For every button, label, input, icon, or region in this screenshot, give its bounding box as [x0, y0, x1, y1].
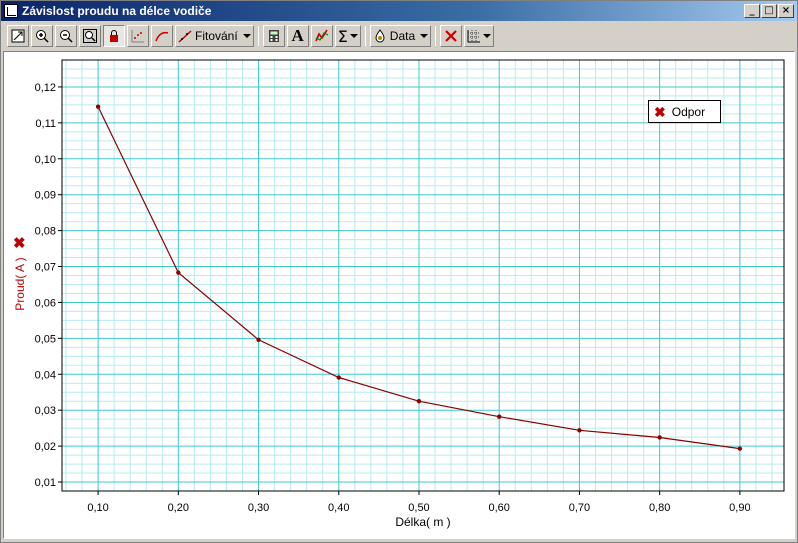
main-window: Závislost proudu na délce vodiče _ □ × F…: [0, 0, 798, 543]
chevron-down-icon: [483, 34, 492, 38]
legend-marker-icon: ✖: [654, 103, 666, 120]
scatter-icon: [131, 30, 144, 43]
y-series-marker-icon: ✖: [13, 235, 26, 252]
lock-icon: [110, 30, 118, 42]
curve-icon: [155, 31, 169, 42]
sum-dropdown[interactable]: Σ: [334, 25, 361, 47]
maximize-button[interactable]: □: [761, 4, 777, 18]
text-button[interactable]: A: [286, 25, 309, 47]
zoom-fit-icon: [83, 29, 97, 43]
x-axis-label: Délka( m ): [395, 515, 450, 529]
close-button[interactable]: ×: [778, 4, 794, 18]
legend-label: Odpor: [671, 104, 706, 119]
y-tick-label: 0,05: [35, 333, 56, 345]
sum-icon: Σ: [337, 26, 348, 46]
y-tick-label: 0,04: [35, 369, 56, 381]
fit-label: Fitování: [195, 29, 238, 43]
app-icon: [4, 4, 18, 18]
graph-icon: [314, 29, 328, 42]
y-tick-label: 0,09: [35, 190, 56, 202]
data-point: [95, 104, 101, 109]
x-tick-label: 0,40: [328, 502, 349, 514]
data-point: [577, 428, 582, 433]
resize-button[interactable]: [7, 25, 29, 47]
data-point: [416, 399, 422, 404]
chevron-down-icon: [420, 34, 429, 38]
delete-icon: [445, 30, 457, 42]
zoom-in-icon: [36, 30, 49, 43]
toolbar-separator: [364, 26, 366, 46]
window-title: Závislost proudu na délce vodiče: [22, 4, 212, 18]
calculator-icon: [268, 30, 279, 42]
chevron-down-icon: [349, 34, 358, 38]
zoom-out-button[interactable]: [55, 25, 77, 47]
x-tick-label: 0,10: [87, 502, 108, 514]
zoom-in-button[interactable]: [31, 25, 53, 47]
chevron-down-icon: [242, 34, 251, 38]
x-tick-label: 0,70: [569, 502, 590, 514]
x-tick-label: 0,30: [248, 502, 269, 514]
x-tick-label: 0,90: [729, 502, 750, 514]
chart-svg[interactable]: 0,10 0,20 0,30 0,40 0,50 0,60 0,70 0,80 0,90 0,01…: [4, 52, 794, 538]
graph-button[interactable]: [310, 25, 333, 47]
calculator-button[interactable]: [262, 25, 285, 47]
zoom-fit-button[interactable]: [79, 25, 101, 47]
x-tick-label: 0,50: [408, 502, 429, 514]
data-label: Data: [389, 29, 416, 43]
data-dropdown[interactable]: Data: [369, 25, 432, 47]
data-point: [256, 337, 261, 342]
data-point: [737, 446, 743, 451]
lock-button[interactable]: [103, 25, 125, 47]
data-icon: [375, 29, 385, 43]
data-point: [657, 435, 662, 440]
fit-line-icon: [178, 30, 192, 43]
data-point: [336, 375, 341, 380]
x-tick-label: 0,20: [168, 502, 189, 514]
scatter-button[interactable]: [127, 25, 149, 47]
zoom-out-icon: [60, 30, 73, 43]
y-tick-label: 0,03: [35, 405, 56, 417]
data-point: [176, 270, 181, 275]
y-tick-label: 0,06: [35, 297, 56, 309]
y-tick-label: 0,07: [35, 262, 56, 274]
toolbar-separator: [257, 26, 259, 46]
y-axis-label: Proud( A ): [13, 257, 27, 310]
delete-button[interactable]: [440, 25, 463, 47]
x-tick-label: 0,60: [489, 502, 510, 514]
grid-dropdown[interactable]: [464, 25, 495, 47]
fit-dropdown[interactable]: Fitování: [175, 25, 254, 47]
y-tick-label: 0,12: [35, 82, 56, 94]
data-point: [497, 414, 502, 419]
y-tick-label: 0,08: [35, 226, 56, 238]
y-tick-label: 0,11: [35, 118, 56, 130]
plot-area[interactable]: 0,10 0,20 0,30 0,40 0,50 0,60 0,70 0,80 0,90 0,01…: [3, 51, 795, 539]
title-bar[interactable]: Závislost proudu na délce vodiče _ □ ×: [1, 1, 797, 21]
text-icon: A: [291, 26, 304, 45]
minimize-button[interactable]: _: [744, 4, 760, 18]
toolbar-separator: [435, 26, 437, 46]
grid-icon: [467, 30, 481, 43]
y-tick-label: 0,01: [35, 477, 56, 489]
y-tick-label: 0,10: [35, 154, 56, 166]
toolbar: Fitování A Σ Data: [3, 23, 795, 49]
curve-button[interactable]: [151, 25, 173, 47]
legend[interactable]: ✖ Odpor: [648, 100, 721, 123]
x-tick-label: 0,80: [649, 502, 670, 514]
y-tick-label: 0,02: [35, 441, 56, 453]
resize-icon: [11, 29, 25, 43]
